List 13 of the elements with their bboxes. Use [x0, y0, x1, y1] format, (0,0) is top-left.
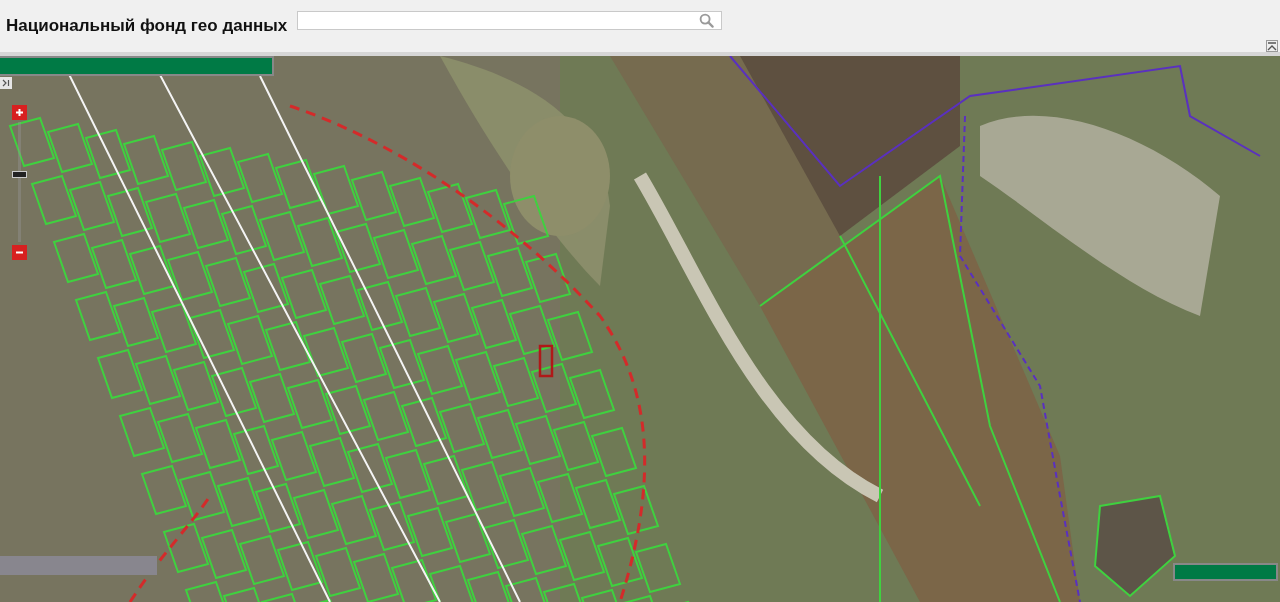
- minus-icon: [15, 251, 24, 254]
- expand-panel-button[interactable]: [0, 77, 12, 89]
- app-title: Национальный фонд гео данных: [6, 16, 288, 36]
- search-icon[interactable]: [699, 12, 715, 28]
- zoom-out-button[interactable]: [12, 245, 27, 260]
- collapse-header-button[interactable]: [1266, 40, 1278, 52]
- expand-icon: [2, 79, 10, 87]
- satellite-map-drawing[interactable]: [0, 56, 1280, 602]
- collapse-icon: [1267, 41, 1277, 51]
- zoom-in-button[interactable]: [12, 105, 27, 120]
- plus-icon: [15, 108, 24, 117]
- zoom-slider-handle[interactable]: [12, 170, 27, 178]
- search-field[interactable]: [297, 10, 723, 30]
